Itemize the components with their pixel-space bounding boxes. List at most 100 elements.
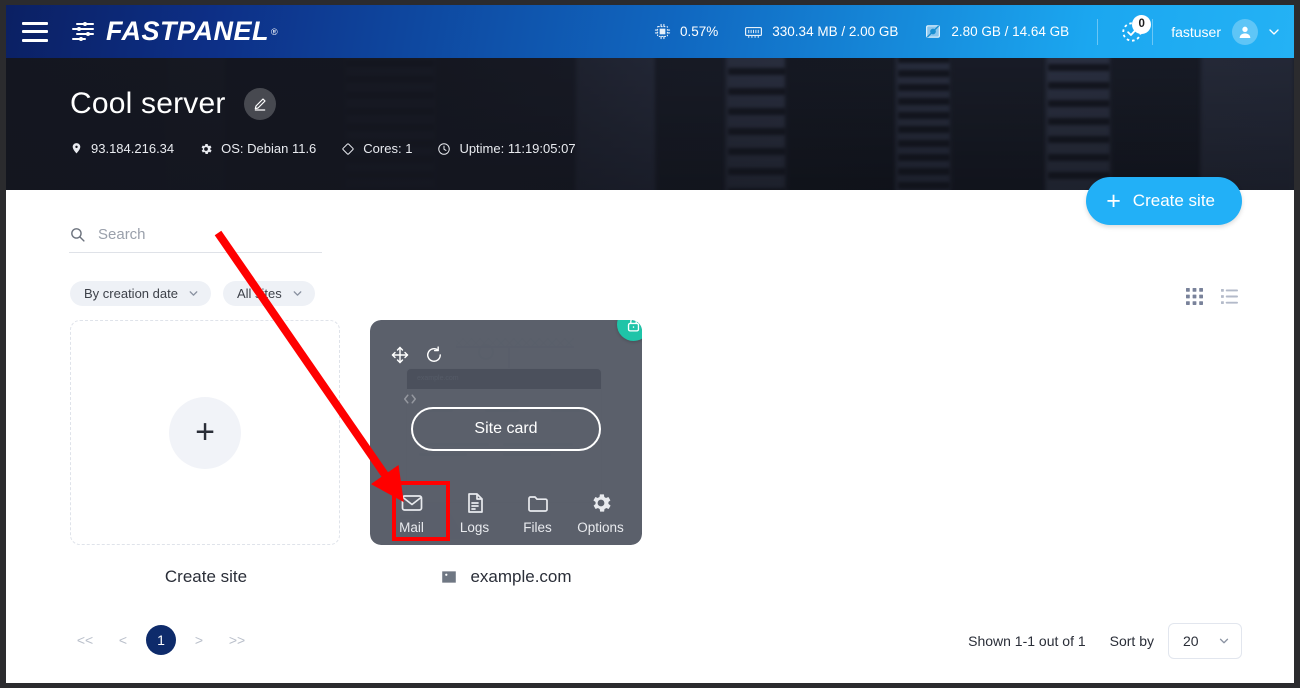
page-title: Cool server <box>70 87 226 120</box>
page-size-value: 20 <box>1183 633 1199 649</box>
server-meta-row: 93.184.216.34 OS: Debian 11.6 Cores: 1 U… <box>70 141 601 156</box>
filter-site-type[interactable]: All sites <box>222 281 315 306</box>
pagination-page-1[interactable]: 1 <box>146 625 176 655</box>
topbar-divider-left <box>1097 18 1099 45</box>
filter-chips: By creation date All sites <box>70 281 327 306</box>
brand-registered-mark: ® <box>271 26 278 37</box>
server-ip: 93.184.216.34 <box>70 141 174 156</box>
stat-disk-value: 2.80 GB / 14.64 GB <box>951 24 1070 39</box>
server-os-value: OS: Debian 11.6 <box>221 141 317 156</box>
site-card-column: example.com <box>370 320 642 587</box>
location-pin-icon <box>70 141 83 156</box>
clock-icon <box>437 142 451 156</box>
move-icon[interactable] <box>390 345 410 370</box>
server-cores-value: Cores: 1 <box>363 141 413 156</box>
page-size-select[interactable]: 20 <box>1168 623 1242 659</box>
shown-count-label: Shown 1-1 out of 1 <box>968 633 1086 649</box>
view-mode-toggles <box>1168 288 1238 305</box>
stat-cpu-value: 0.57% <box>680 24 719 39</box>
fastpanel-mark-icon <box>70 21 100 43</box>
search-input[interactable] <box>98 226 298 243</box>
chevron-down-icon <box>187 287 200 300</box>
server-banner: Cool server 93.184.216.34 OS: Debian 11.… <box>6 58 1294 190</box>
site-action-logs-label: Logs <box>459 520 490 535</box>
brand-name: FASTPANEL <box>106 16 270 46</box>
list-view-icon[interactable] <box>1221 288 1238 305</box>
logs-icon <box>467 493 483 513</box>
notifications-button[interactable]: 0 <box>1116 14 1152 47</box>
mail-icon <box>401 495 422 511</box>
top-navigation-bar: FASTPANEL ® 0.57% 330.34 MB / 2.00 GB 2.… <box>6 5 1294 58</box>
search-field[interactable] <box>69 226 322 253</box>
username-label: fastuser <box>1171 23 1221 40</box>
image-placeholder-icon <box>440 568 458 586</box>
filter-sort-order[interactable]: By creation date <box>70 281 211 306</box>
app-window: FASTPANEL ® 0.57% 330.34 MB / 2.00 GB 2.… <box>6 5 1294 683</box>
site-domain-label: example.com <box>470 567 572 586</box>
filter-sort-order-label: By creation date <box>84 286 178 301</box>
server-uptime: Uptime: 11:19:05:07 <box>437 141 576 156</box>
reload-icon[interactable] <box>424 345 444 370</box>
pagination-prev[interactable]: < <box>108 625 138 655</box>
site-card[interactable]: example.com <box>370 320 642 545</box>
chevron-down-icon <box>291 287 304 300</box>
stat-cpu: 0.57% <box>654 23 718 40</box>
server-title-row: Cool server <box>70 87 601 121</box>
sites-grid: + Create site Site card Mail Logs Files … <box>70 320 642 587</box>
site-card-overlay-label: Site card <box>411 407 601 451</box>
create-site-button-label: Create site <box>1132 191 1215 210</box>
site-action-options-label: Options <box>577 520 624 535</box>
site-card-action-bar: Mail Logs Files Options <box>370 491 642 535</box>
user-avatar-icon[interactable] <box>1232 18 1258 45</box>
notifications-count-badge: 0 <box>1132 14 1152 34</box>
site-action-mail-label: Mail <box>399 520 424 535</box>
grid-view-icon[interactable] <box>1186 288 1203 305</box>
server-os: OS: Debian 11.6 <box>199 141 316 156</box>
brand-logo: FASTPANEL ® <box>70 17 278 47</box>
gear-icon <box>199 142 213 156</box>
server-uptime-value: Uptime: 11:19:05:07 <box>459 141 576 156</box>
stat-ram: 330.34 MB / 2.00 GB <box>744 23 898 40</box>
topbar-right-section: 0.57% 330.34 MB / 2.00 GB 2.80 GB / 14.6… <box>654 5 1294 58</box>
chevron-down-icon <box>1217 634 1231 648</box>
cpu-icon <box>654 23 671 40</box>
disk-icon <box>924 23 942 40</box>
pagination-next[interactable]: > <box>184 625 214 655</box>
code-icon[interactable] <box>401 390 419 413</box>
stat-ram-value: 330.34 MB / 2.00 GB <box>772 24 899 39</box>
footer-right-section: Shown 1-1 out of 1 Sort by 20 <box>968 623 1242 659</box>
search-icon <box>69 226 86 243</box>
create-site-card-caption: Create site <box>164 567 248 586</box>
site-action-logs[interactable]: Logs <box>446 491 504 535</box>
site-card-caption: example.com <box>370 567 642 587</box>
edit-server-name-button[interactable] <box>243 88 276 120</box>
pagination-last[interactable]: >> <box>222 625 252 655</box>
create-site-card[interactable]: + <box>70 320 340 545</box>
create-site-card-column: + Create site <box>70 320 342 587</box>
hamburger-menu-icon[interactable] <box>22 21 48 42</box>
site-action-files[interactable]: Files <box>509 491 567 535</box>
pagination: << < 1 > >> <box>70 625 260 655</box>
site-action-files-label: Files <box>523 520 552 535</box>
gear-icon <box>592 494 611 512</box>
topbar-divider-right <box>1152 18 1154 45</box>
main-content: By creation date All sites <box>6 190 1294 683</box>
user-menu-chevron-down-icon[interactable] <box>1266 24 1282 40</box>
server-cores: Cores: 1 <box>341 141 412 156</box>
diamond-icon <box>341 142 355 156</box>
plus-icon: + <box>1106 186 1121 215</box>
site-action-mail[interactable]: Mail <box>383 491 441 535</box>
pencil-icon <box>254 98 266 111</box>
stat-disk: 2.80 GB / 14.64 GB <box>924 23 1069 40</box>
server-banner-content: Cool server 93.184.216.34 OS: Debian 11.… <box>70 58 601 156</box>
sort-by-label: Sort by <box>1109 633 1154 649</box>
lock-icon <box>627 320 640 332</box>
create-site-button[interactable]: + Create site <box>1086 177 1242 225</box>
pagination-first[interactable]: << <box>70 625 100 655</box>
filter-site-type-label: All sites <box>236 286 282 301</box>
create-site-plus-icon: + <box>169 396 241 469</box>
site-action-options[interactable]: Options <box>572 491 630 535</box>
ram-icon <box>744 23 763 40</box>
folder-icon <box>527 496 548 512</box>
server-ip-value: 93.184.216.34 <box>91 141 175 156</box>
